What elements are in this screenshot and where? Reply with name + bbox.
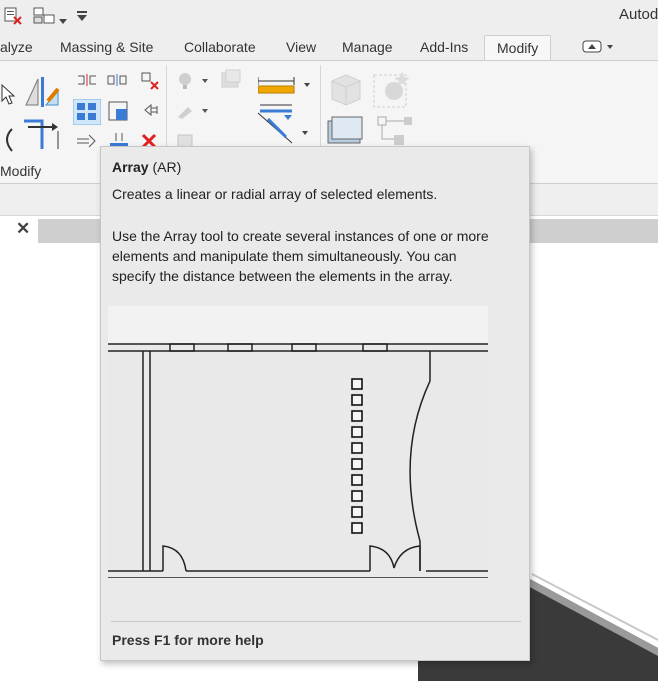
align-icon[interactable]	[22, 71, 64, 116]
paint-icon[interactable]	[176, 71, 210, 96]
tab-collaborate[interactable]: Collaborate	[184, 39, 256, 55]
tab-add-ins[interactable]: Add-Ins	[420, 39, 468, 55]
customize-qat-icon[interactable]	[76, 9, 88, 27]
create-group-icon[interactable]	[218, 69, 242, 98]
tooltip-title-text: Array	[112, 159, 149, 175]
array-tooltip: Array (AR) Creates a linear or radial ar…	[100, 146, 530, 661]
array-illustration	[108, 306, 488, 578]
tooltip-divider	[111, 621, 521, 622]
scale-icon[interactable]	[75, 131, 97, 156]
mirror-pick-axis-icon[interactable]	[106, 73, 128, 92]
tab-massing-site[interactable]: Massing & Site	[60, 39, 153, 55]
offset-icon[interactable]	[76, 73, 98, 92]
tab-analyze[interactable]: alyze	[0, 39, 33, 55]
linked-model-icon[interactable]	[324, 115, 366, 150]
tooltip-detail-line-1: Use the Array tool to create several ins…	[112, 228, 489, 244]
array-icon[interactable]	[108, 101, 128, 126]
tooltip-shortcut: (AR)	[152, 159, 182, 175]
tooltip-title: Array (AR)	[112, 157, 181, 177]
select-cursor-icon[interactable]	[0, 83, 16, 112]
pin-icon[interactable]	[142, 101, 160, 124]
measure-icon[interactable]	[257, 75, 314, 102]
tooltip-detail-line-3: specify the distance between the element…	[112, 268, 453, 284]
rotate-icon[interactable]	[176, 101, 210, 126]
tooltip-help-hint: Press F1 for more help	[112, 632, 264, 648]
mirror-draw-axis-icon[interactable]	[140, 71, 160, 96]
tooltip-description: Creates a linear or radial array of sele…	[112, 186, 438, 202]
copy-icon[interactable]	[72, 98, 102, 130]
switch-windows-icon[interactable]	[32, 6, 56, 31]
panel-separator	[320, 65, 321, 155]
quick-access-toolbar: Autod	[0, 0, 658, 32]
ribbon-tab-bar: alyze Massing & Site Collaborate View Ma…	[0, 32, 658, 61]
close-view-icon[interactable]: ✕	[16, 219, 30, 239]
trim-extend-icon[interactable]	[0, 127, 16, 158]
tab-modify[interactable]: Modify	[484, 35, 552, 61]
tab-manage[interactable]: Manage	[342, 39, 393, 55]
minimize-ribbon-icon[interactable]	[582, 40, 616, 59]
view-cube-icon[interactable]	[372, 69, 412, 114]
dropdown-arrow-icon[interactable]	[59, 12, 67, 30]
create-assembly-icon[interactable]	[328, 71, 364, 112]
tooltip-detail-line-2: elements and manipulate them simultaneou…	[112, 248, 457, 264]
app-title: Autod	[619, 6, 658, 23]
panel-separator	[166, 65, 167, 155]
modify-panel-label: Modify	[0, 163, 42, 179]
split-element-icon[interactable]	[22, 113, 68, 158]
close-file-icon[interactable]	[3, 6, 23, 31]
tab-view[interactable]: View	[286, 39, 316, 55]
